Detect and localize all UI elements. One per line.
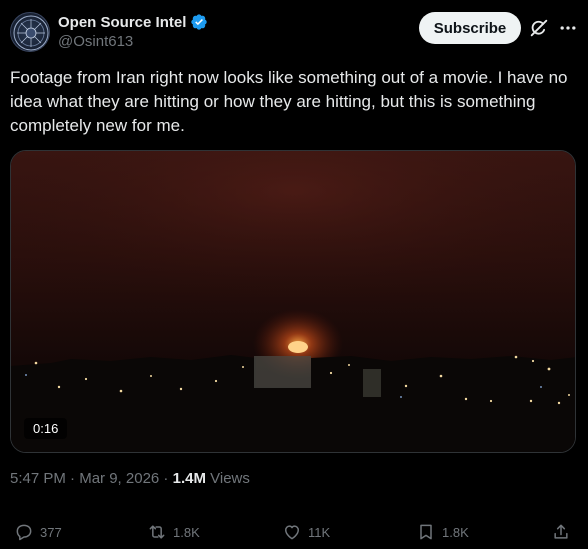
meta-separator: · — [159, 470, 173, 487]
action-bar: 377 1.8K 11K 1.8K — [0, 518, 588, 546]
reply-icon — [16, 524, 32, 541]
share-icon — [554, 524, 568, 539]
repost-count: 1.8K — [173, 524, 200, 540]
heart-icon — [285, 525, 299, 540]
like-button[interactable]: 11K — [282, 518, 330, 546]
author-name-row: Open Source Intel — [58, 13, 208, 31]
bookmark-count: 1.8K — [442, 524, 469, 540]
share-button[interactable] — [551, 518, 571, 546]
video-frame — [11, 151, 575, 452]
views-label: Views — [205, 470, 250, 487]
display-name[interactable]: Open Source Intel — [58, 14, 186, 31]
bookmark-button[interactable]: 1.8K — [416, 518, 469, 546]
bookmark-icon — [420, 524, 432, 540]
author-handle[interactable]: @Osint613 — [58, 33, 133, 50]
meta-separator: · — [65, 470, 80, 487]
reply-button[interactable]: 377 — [14, 518, 62, 546]
avatar[interactable] — [10, 12, 50, 52]
video-duration: 0:16 — [24, 418, 68, 439]
tweet-meta: 5:47 PM · Mar 9, 2026 · 1.4M Views — [10, 470, 250, 487]
like-count: 11K — [308, 524, 331, 540]
video-player[interactable]: 0:16 — [10, 150, 576, 453]
more-options-icon[interactable] — [557, 17, 579, 39]
repost-icon — [149, 525, 165, 539]
reply-count: 377 — [40, 524, 62, 540]
subscribe-button[interactable]: Subscribe — [419, 12, 521, 44]
grok-icon[interactable] — [528, 17, 550, 39]
repost-button[interactable]: 1.8K — [147, 518, 200, 546]
views-count: 1.4M — [172, 470, 206, 487]
post-time[interactable]: 5:47 PM — [10, 470, 66, 487]
verified-badge-icon — [191, 14, 208, 30]
post-date[interactable]: Mar 9, 2026 — [79, 470, 159, 487]
tweet-card: Open Source Intel @Osint613 Subscribe Fo… — [0, 0, 588, 549]
tweet-text: Footage from Iran right now looks like s… — [10, 68, 568, 135]
